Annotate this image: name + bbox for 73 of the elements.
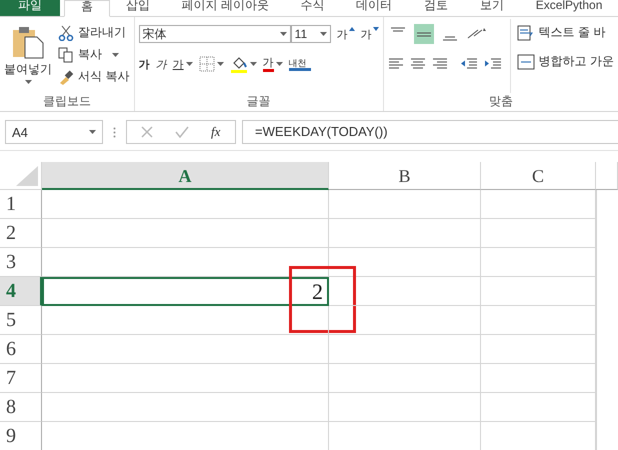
grow-font-button[interactable]: 가 [336,26,355,42]
underline-button[interactable]: 가 [172,56,184,72]
caret-icon [186,62,193,66]
ribbon-tab[interactable]: ExcelPython [520,0,618,16]
cell-value: 2 [312,278,323,304]
caret-icon [89,130,96,134]
wrap-text-button[interactable]: 텍스트 줄 바 [516,23,614,42]
copy-button[interactable]: 복사 [58,45,130,64]
align-lines-icon [390,27,406,32]
increase-indent-icon[interactable] [484,57,502,71]
column-header[interactable]: C [481,162,596,190]
shrink-font-button[interactable]: 가 [360,26,379,42]
caret-icon [320,32,327,36]
column-header[interactable]: B [329,162,481,190]
group-label: 클립보드 [42,93,92,110]
caret-icon [276,62,283,66]
row-header[interactable]: 8 [0,393,42,422]
align-center-icon[interactable] [410,57,426,71]
font-name-field[interactable]: 宋体 [138,25,291,43]
align-right-icon[interactable] [432,57,448,71]
formula-field[interactable]: =WEEKDAY(TODAY()) [242,120,618,144]
clipboard-icon [11,25,45,59]
column-header[interactable]: A [42,162,329,190]
up-triangle-icon [348,26,355,30]
ribbon-tab[interactable]: 파일 [0,0,60,16]
group-label: 글꼴 [246,93,272,110]
phonetic-button[interactable]: 내천 [288,58,311,70]
paste-button[interactable]: 붙여넣기 [4,19,52,93]
row-header[interactable]: 6 [0,335,42,364]
caret-icon [250,62,257,66]
middle-align-button[interactable] [414,24,434,44]
caret-icon [112,52,119,56]
row-header[interactable]: 1 [0,190,42,219]
align-lines-icon [442,36,458,41]
copy-icon [58,46,74,62]
merge-cells-icon [516,54,535,70]
ribbon-tab[interactable]: 검토 [408,0,464,16]
highlight-box [289,266,356,333]
font-size-field[interactable]: 11 [290,25,331,43]
ribbon-tab[interactable]: 보기 [464,0,520,16]
insert-function-button[interactable]: fx [211,124,220,140]
paintbrush-icon [58,68,74,84]
bold-button[interactable]: 가 [138,56,150,72]
cut-button[interactable]: 잘라내기 [58,23,130,42]
row-header[interactable]: 7 [0,364,42,393]
italic-button[interactable]: 가 [156,56,167,72]
group-label: 맞춤 [488,93,514,110]
ribbon-tab[interactable]: 수식 [284,0,340,16]
caret-icon [216,62,224,66]
wrap-text-icon [516,24,535,40]
caret-icon [24,80,32,84]
decrease-indent-icon[interactable] [460,57,478,71]
ribbon-tab[interactable]: 페이지 레이아웃 [166,0,284,16]
ribbon-tab[interactable]: 홈 [64,0,110,17]
row-header[interactable]: 4 [0,277,42,306]
format-painter-button[interactable]: 서식 복사 [58,67,130,86]
name-box[interactable]: A4 [5,120,103,144]
scissors-icon [58,24,74,40]
font-color-button[interactable]: 가 [262,56,274,72]
checkmark-icon[interactable] [175,126,189,138]
row-header[interactable]: 2 [0,219,42,248]
fill-color-icon[interactable] [230,55,248,73]
ribbon-tab[interactable]: 데이터 [340,0,408,16]
row-header[interactable]: 5 [0,306,42,335]
ribbon-tab[interactable]: 삽입 [110,0,166,16]
align-left-icon[interactable] [388,57,404,71]
caret-icon [280,32,287,36]
borders-icon[interactable] [198,56,215,72]
row-header[interactable]: 9 [0,422,42,450]
more-icon[interactable] [113,126,116,138]
align-lines-icon [416,32,432,36]
down-triangle-icon [372,26,379,30]
merge-center-button[interactable]: 병합하고 가운 [516,52,614,71]
